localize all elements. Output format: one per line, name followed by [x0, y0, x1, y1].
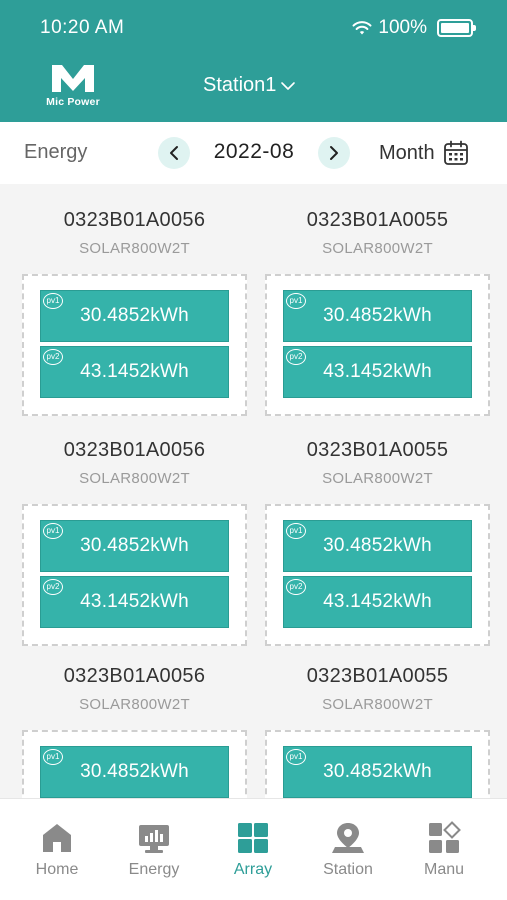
panel-frame: pv1 30.4852kWh pv2 43.1452kWh — [265, 274, 490, 416]
pv-energy-value: 30.4852kWh — [80, 535, 189, 556]
tab-label: Array — [233, 861, 273, 878]
battery-icon — [437, 19, 476, 37]
home-icon — [43, 824, 71, 852]
pv-panel[interactable]: pv2 43.1452kWh — [283, 576, 472, 628]
status-time: 10:20 AM — [40, 17, 125, 38]
inverter-card[interactable]: 0323B01A0056 SOLAR800W2T — [22, 439, 247, 487]
bottom-tab-bar: Home Energy Array Station Manu — [0, 798, 507, 900]
pv-energy-value: 30.4852kWh — [323, 761, 432, 782]
card-serial: 0323B01A0056 — [63, 209, 206, 231]
pv-panel[interactable]: pv1 30.4852kWh — [283, 520, 472, 572]
app-logo: Mic Power — [38, 62, 108, 114]
panel-frame: pv1 30.4852kWh pv2 43.1452kWh — [22, 274, 247, 416]
pv-energy-value: 43.1452kWh — [80, 361, 189, 382]
tab-home[interactable]: Home — [12, 821, 102, 879]
pv-panel[interactable]: pv1 30.4852kWh — [40, 520, 229, 572]
wifi-icon — [352, 21, 372, 35]
next-date-button[interactable] — [318, 137, 350, 169]
calendar-icon — [443, 140, 468, 165]
card-serial: 0323B01A0055 — [306, 439, 449, 461]
tab-array[interactable]: Array — [208, 821, 298, 879]
pv-energy-value: 30.4852kWh — [323, 305, 432, 326]
inverter-card[interactable]: 0323B01A0055 SOLAR800W2T — [265, 209, 490, 257]
battery-percent: 100% — [378, 17, 427, 38]
pv-energy-value: 30.4852kWh — [323, 535, 432, 556]
card-serial: 0323B01A0056 — [63, 439, 206, 461]
station-selector[interactable]: Station1 — [203, 74, 296, 97]
chevron-right-icon — [330, 146, 338, 160]
pv-energy-value: 43.1452kWh — [80, 591, 189, 612]
pv-panel[interactable]: pv1 30.4852kWh — [40, 746, 229, 798]
card-serial: 0323B01A0055 — [306, 665, 449, 687]
status-bar: 10:20 AM 100% — [0, 0, 507, 58]
current-date: 2022-08 — [213, 140, 295, 163]
station-pin-icon — [332, 823, 364, 853]
logo-mark — [52, 65, 94, 92]
pv-panel[interactable]: pv2 43.1452kWh — [40, 346, 229, 398]
pv-panel[interactable]: pv2 43.1452kWh — [40, 576, 229, 628]
status-indicators: 100% — [352, 17, 476, 39]
pv-panel[interactable]: pv1 30.4852kWh — [283, 290, 472, 342]
card-model: SOLAR800W2T — [322, 240, 433, 257]
card-model: SOLAR800W2T — [79, 240, 190, 257]
pv-panel[interactable]: pv1 30.4852kWh — [40, 290, 229, 342]
tab-label: Manu — [423, 861, 465, 878]
period-label: Month — [379, 141, 435, 164]
tab-station[interactable]: Station — [303, 821, 393, 879]
panel-frame: pv1 30.4852kWh pv2 43.1452kWh — [265, 504, 490, 646]
card-serial: 0323B01A0056 — [63, 665, 206, 687]
pv-energy-value: 43.1452kWh — [323, 361, 432, 382]
tab-label: Home — [35, 861, 79, 878]
tab-energy[interactable]: Energy — [109, 821, 199, 879]
pv-energy-value: 30.4852kWh — [80, 305, 189, 326]
tab-label: Station — [323, 861, 373, 878]
tab-label: Energy — [128, 861, 180, 878]
array-content[interactable]: 0323B01A0056 SOLAR800W2T pv1 30.4852kWh … — [0, 184, 507, 798]
period-selector[interactable]: Month — [379, 140, 469, 166]
card-model: SOLAR800W2T — [79, 470, 190, 487]
inverter-card[interactable]: 0323B01A0055 SOLAR800W2T — [265, 665, 490, 713]
chevron-left-icon — [170, 146, 178, 160]
pv-panel[interactable]: pv2 43.1452kWh — [283, 346, 472, 398]
panel-frame: pv1 30.4852kWh — [265, 730, 490, 798]
array-grid-icon — [238, 823, 268, 853]
panel-frame: pv1 30.4852kWh — [22, 730, 247, 798]
card-model: SOLAR800W2T — [322, 470, 433, 487]
pv-panel[interactable]: pv1 30.4852kWh — [283, 746, 472, 798]
energy-monitor-icon — [139, 825, 169, 853]
prev-date-button[interactable] — [158, 137, 190, 169]
station-name: Station1 — [203, 74, 277, 96]
menu-tiles-icon — [429, 821, 461, 853]
pv-energy-value: 30.4852kWh — [80, 761, 189, 782]
inverter-card[interactable]: 0323B01A0056 SOLAR800W2T — [22, 665, 247, 713]
inverter-card[interactable]: 0323B01A0055 SOLAR800W2T — [265, 439, 490, 487]
pv-energy-value: 43.1452kWh — [323, 591, 432, 612]
card-model: SOLAR800W2T — [79, 696, 190, 713]
tab-manu[interactable]: Manu — [399, 821, 489, 879]
app-header: 10:20 AM 100% Mic Power Station1 — [0, 0, 507, 122]
logo-text: Mic Power — [46, 96, 100, 108]
inverter-card[interactable]: 0323B01A0056 SOLAR800W2T — [22, 209, 247, 257]
card-serial: 0323B01A0055 — [306, 209, 449, 231]
card-model: SOLAR800W2T — [322, 696, 433, 713]
chevron-down-icon — [281, 81, 296, 90]
energy-label: Energy — [24, 141, 88, 163]
panel-frame: pv1 30.4852kWh pv2 43.1452kWh — [22, 504, 247, 646]
